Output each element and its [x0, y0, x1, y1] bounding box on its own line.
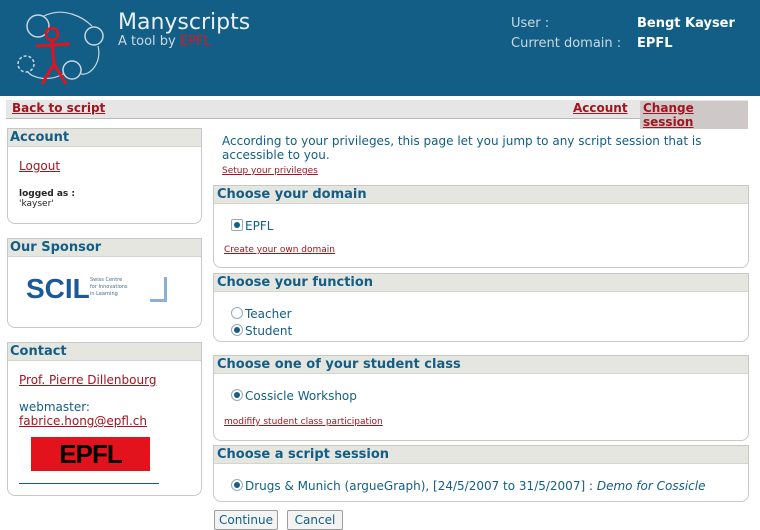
- account-box: Account Logout logged as : 'kayser': [7, 128, 202, 224]
- contact-person-link[interactable]: Prof. Pierre Dillenbourg: [19, 373, 156, 387]
- manyscripts-logo-icon: [17, 11, 104, 85]
- scil-caption-line: Swiss Centre: [90, 277, 123, 283]
- domain-panel: Choose your domain EPFL Create your own …: [213, 185, 749, 268]
- session-option-label: Drugs & Munich (argueGraph), [24/5/2007 …: [245, 479, 593, 493]
- logged-as-label: logged as :: [19, 189, 75, 199]
- webmaster-email-link[interactable]: fabrice.hong@epfl.ch: [19, 414, 147, 428]
- continue-button[interactable]: Continue: [214, 510, 278, 530]
- teacher-option[interactable]: Teacher: [231, 306, 292, 321]
- nav-bar: Back to script Account Change session: [6, 100, 748, 129]
- scil-logo-text: SCIL: [26, 273, 90, 304]
- class-option[interactable]: Cossicle Workshop: [231, 388, 357, 403]
- user-label: User :: [511, 16, 550, 31]
- modify-class-link[interactable]: modifify student class participation: [224, 417, 383, 427]
- scil-caption-line: in Learning: [90, 291, 118, 297]
- app-title: Manyscripts: [118, 10, 251, 35]
- session-option-note: Demo for Cossicle: [596, 479, 706, 493]
- domain-option[interactable]: EPFL: [231, 218, 273, 233]
- contact-divider: [19, 483, 159, 484]
- scil-logo[interactable]: SCIL Swiss Centre for Innovations in Lea…: [26, 273, 186, 311]
- scil-caption-line: for Innovations: [90, 284, 128, 290]
- student-class-panel-title: Choose one of your student class: [214, 356, 748, 374]
- user-value: Bengt Kayser: [637, 16, 735, 31]
- logout-link[interactable]: Logout: [19, 159, 60, 173]
- account-link[interactable]: Account: [573, 101, 628, 115]
- session-radio-icon[interactable]: [231, 479, 243, 491]
- scil-logo-caption: Swiss Centre for Innovations in Learning: [90, 277, 128, 298]
- function-panel-title: Choose your function: [214, 274, 748, 292]
- webmaster-label: webmaster:: [19, 400, 90, 414]
- logged-username: 'kayser': [19, 199, 54, 209]
- domain-option-label: EPFL: [245, 219, 274, 233]
- domain-panel-title: Choose your domain: [214, 186, 748, 204]
- student-radio-icon[interactable]: [231, 324, 243, 336]
- app-header: Manyscripts A tool by EPFL User : Curren…: [0, 0, 760, 96]
- epfl-logo-text: EPFL: [59, 439, 122, 469]
- class-option-label: Cossicle Workshop: [245, 389, 357, 403]
- subtitle-prefix: A tool by: [118, 34, 180, 49]
- session-option[interactable]: Drugs & Munich (argueGraph), [24/5/2007 …: [231, 478, 705, 493]
- sponsor-box-title: Our Sponsor: [8, 239, 201, 257]
- subtitle-brand: EPFL: [179, 34, 211, 49]
- class-radio-icon[interactable]: [231, 389, 243, 401]
- back-to-script-link[interactable]: Back to script: [12, 101, 105, 115]
- cancel-button[interactable]: Cancel: [287, 510, 343, 530]
- script-session-panel-title: Choose a script session: [214, 446, 748, 464]
- contact-box-title: Contact: [8, 343, 201, 361]
- domain-label: Current domain :: [511, 36, 622, 51]
- scil-logo-bracket: [150, 277, 167, 302]
- domain-value: EPFL: [637, 36, 673, 51]
- setup-privileges-link[interactable]: Setup your privileges: [222, 166, 318, 176]
- student-class-panel: Choose one of your student class Cossicl…: [213, 355, 749, 441]
- account-box-title: Account: [8, 129, 201, 147]
- app-subtitle: A tool by EPFL: [118, 34, 211, 49]
- change-session-link[interactable]: Change session: [640, 101, 748, 129]
- intro-text: According to your privileges, this page …: [222, 134, 702, 162]
- script-session-panel: Choose a script session Drugs & Munich (…: [213, 445, 749, 502]
- epfl-logo[interactable]: EPFL: [31, 437, 150, 471]
- intro-text-block: According to your privileges, this page …: [222, 134, 742, 178]
- contact-box: Contact Prof. Pierre Dillenbourg webmast…: [7, 342, 202, 496]
- sponsor-box: Our Sponsor SCIL Swiss Centre for Innova…: [7, 238, 202, 328]
- teacher-radio-icon[interactable]: [231, 307, 243, 319]
- create-domain-link[interactable]: Create your own domain: [224, 245, 335, 255]
- function-panel: Choose your function Teacher Student: [213, 273, 749, 342]
- student-option-label: Student: [245, 324, 293, 338]
- domain-radio-icon[interactable]: [231, 219, 243, 231]
- student-option[interactable]: Student: [231, 323, 292, 338]
- teacher-option-label: Teacher: [245, 307, 292, 321]
